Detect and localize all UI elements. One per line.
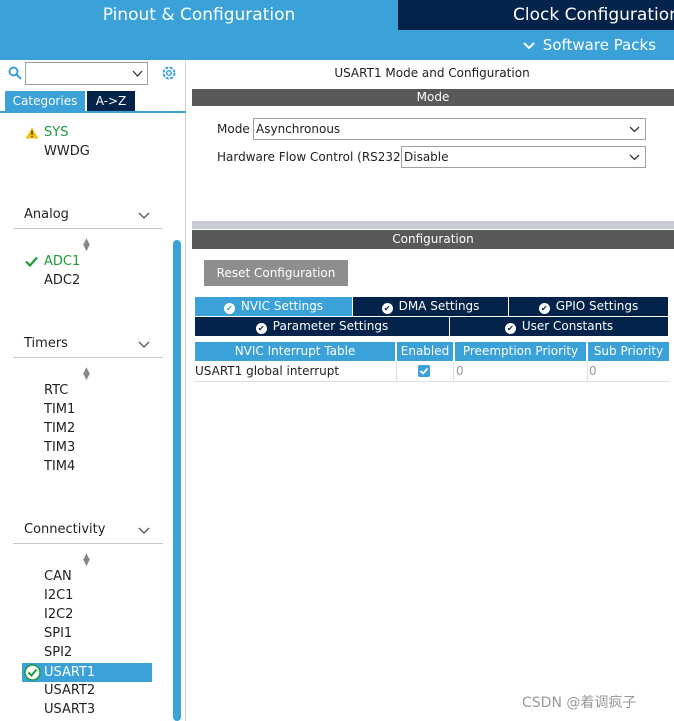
categories-panel <box>0 60 186 721</box>
reset-configuration-button[interactable]: Reset Configuration <box>204 260 348 286</box>
warning-icon <box>25 127 39 142</box>
chevron-down-icon[interactable] <box>629 119 640 146</box>
tab-categories[interactable]: Categories <box>5 91 85 111</box>
tab-label: DMA Settings <box>398 299 480 313</box>
chevron-down-icon[interactable] <box>132 66 143 83</box>
column-header-interrupt: NVIC Interrupt Table <box>195 342 395 361</box>
column-header-sub-priority: Sub Priority <box>588 342 669 361</box>
mode-label: Mode <box>217 122 250 136</box>
sort-icon[interactable]: ▲ ▼ <box>83 367 90 382</box>
list-item-tim3[interactable]: TIM3 <box>44 438 75 457</box>
check-circle-icon: ✔ <box>255 323 267 334</box>
list-item-tim1[interactable]: TIM1 <box>44 400 75 419</box>
check-circle-icon <box>24 664 41 684</box>
check-circle-icon: ✔ <box>223 303 235 314</box>
table-row-divider <box>194 381 670 382</box>
list-item-adc1[interactable]: ADC1 <box>44 252 80 271</box>
search-icon[interactable] <box>8 66 22 80</box>
search-input[interactable] <box>25 62 148 85</box>
sort-icon[interactable]: ▲ ▼ <box>83 553 90 568</box>
category-connectivity[interactable]: Connectivity <box>24 522 105 537</box>
list-item-wwdg[interactable]: WWDG <box>44 142 90 161</box>
divider <box>13 357 163 358</box>
check-icon <box>25 256 38 270</box>
table-cell-interrupt-name: USART1 global interrupt <box>195 364 340 378</box>
check-circle-icon: ✔ <box>381 303 393 314</box>
tab-clock-configuration[interactable]: Clock Configuration <box>398 0 674 30</box>
category-timers[interactable]: Timers <box>24 336 68 351</box>
tab-a-to-z[interactable]: A->Z <box>87 91 135 111</box>
tab-parameter-settings[interactable]: ✔ Parameter Settings <box>195 317 449 336</box>
tab-label: NVIC Settings <box>240 299 324 313</box>
panel-title: USART1 Mode and Configuration <box>334 66 530 80</box>
list-item-adc2[interactable]: ADC2 <box>44 271 80 290</box>
list-item-can[interactable]: CAN <box>44 567 72 586</box>
category-analog[interactable]: Analog <box>24 207 69 222</box>
list-item-usart1[interactable]: USART1 <box>44 663 95 682</box>
chevron-down-icon <box>523 31 535 61</box>
scrollbar-thumb[interactable] <box>173 240 181 721</box>
tab-dma-settings[interactable]: ✔ DMA Settings <box>353 297 508 316</box>
mode-select[interactable]: Asynchronous <box>253 118 646 140</box>
enabled-checkbox[interactable] <box>418 365 430 377</box>
tab-gpio-settings[interactable]: ✔ GPIO Settings <box>509 297 668 316</box>
sort-icon[interactable]: ▲ ▼ <box>83 238 90 253</box>
divider <box>453 362 454 381</box>
check-circle-icon: ✔ <box>538 303 550 314</box>
software-packs-menu[interactable]: Software Packs <box>523 30 656 60</box>
chevron-down-icon[interactable] <box>138 209 150 219</box>
list-item-spi2[interactable]: SPI2 <box>44 643 72 662</box>
divider <box>13 228 163 229</box>
table-cell-sub-priority[interactable]: 0 <box>589 362 668 381</box>
chevron-down-icon[interactable] <box>629 147 640 174</box>
list-item-tim4[interactable]: TIM4 <box>44 457 75 476</box>
mode-select-value: Asynchronous <box>256 122 341 136</box>
list-item-spi1[interactable]: SPI1 <box>44 624 72 643</box>
gear-icon[interactable] <box>160 64 178 82</box>
flow-control-select[interactable]: Disable <box>401 146 646 168</box>
flow-control-label: Hardware Flow Control (RS232) <box>217 150 406 164</box>
divider <box>13 543 163 544</box>
cut-off-item: RCC <box>44 113 104 121</box>
list-item-usart2[interactable]: USART2 <box>44 681 95 700</box>
list-item-usart3[interactable]: USART3 <box>44 700 95 719</box>
check-circle-icon: ✔ <box>504 323 516 334</box>
splitter-bar[interactable] <box>192 221 674 229</box>
chevron-down-icon[interactable] <box>138 524 150 534</box>
list-item-tim2[interactable]: TIM2 <box>44 419 75 438</box>
column-header-enabled: Enabled <box>397 342 453 361</box>
configuration-section-header: Configuration <box>192 230 674 249</box>
divider <box>587 362 588 381</box>
table-cell-preemption[interactable]: 0 <box>456 362 584 381</box>
watermark: CSDN @着调疯子 <box>522 695 637 711</box>
list-item-rtc[interactable]: RTC <box>44 381 68 400</box>
mode-section-header: Mode <box>192 89 674 106</box>
list-item-i2c1[interactable]: I2C1 <box>44 586 73 605</box>
tab-user-constants[interactable]: ✔ User Constants <box>450 317 668 336</box>
tab-label: User Constants <box>521 319 614 333</box>
flow-control-value: Disable <box>404 150 449 164</box>
tab-pinout-configuration[interactable]: Pinout & Configuration <box>0 0 398 30</box>
tab-nvic-settings[interactable]: ✔ NVIC Settings <box>195 297 352 316</box>
list-item-sys[interactable]: SYS <box>44 123 68 142</box>
tab-label: Parameter Settings <box>272 319 389 333</box>
software-packs-label: Software Packs <box>542 36 656 54</box>
chevron-down-icon[interactable] <box>138 338 150 348</box>
column-header-preemption: Preemption Priority <box>455 342 586 361</box>
list-item-i2c2[interactable]: I2C2 <box>44 605 73 624</box>
tab-label: GPIO Settings <box>555 299 639 313</box>
divider <box>396 362 397 381</box>
